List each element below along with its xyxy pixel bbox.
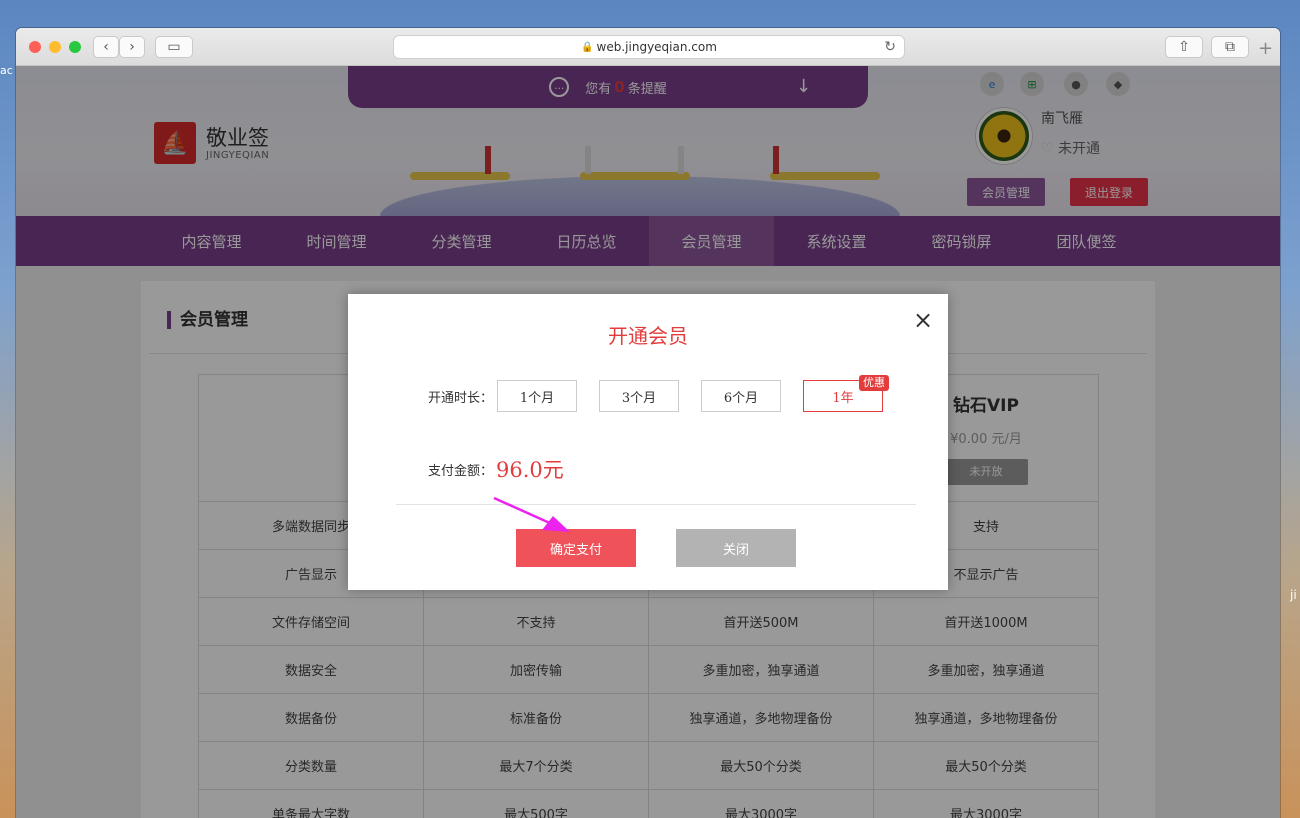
duration-option-1-month[interactable]: 1个月 bbox=[497, 380, 577, 412]
amount-label: 支付金额： bbox=[428, 464, 494, 479]
duration-option-6-months[interactable]: 6个月 bbox=[701, 380, 781, 412]
close-window-button[interactable] bbox=[29, 41, 41, 53]
web-page: … 您有 0 条提醒 ↓ ⛵ 敬业签 JINGYEQIAN e ⊞ ● ◆ 南飞… bbox=[16, 66, 1280, 818]
promo-badge: 优惠 bbox=[859, 375, 889, 391]
lock-icon: 🔒 bbox=[581, 41, 594, 53]
browser-window: ‹ › ▭ 🔒 web.jingyeqian.com ↻ ⇧ ⧉ + … 您有 … bbox=[16, 28, 1280, 818]
browser-toolbar: ‹ › ▭ 🔒 web.jingyeqian.com ↻ ⇧ ⧉ + bbox=[16, 28, 1280, 66]
tabs-button[interactable]: ⧉ bbox=[1211, 36, 1249, 58]
share-icon: ⇧ bbox=[1178, 39, 1190, 55]
dialog-title: 开通会员 bbox=[608, 324, 688, 348]
new-tab-button[interactable]: + bbox=[1258, 38, 1273, 59]
url-text: web.jingyeqian.com bbox=[596, 40, 717, 54]
reload-icon[interactable]: ↻ bbox=[884, 39, 896, 55]
chevron-left-icon: ‹ bbox=[103, 39, 109, 55]
payment-amount: 96.0元 bbox=[496, 458, 564, 482]
duration-option-3-months[interactable]: 3个月 bbox=[599, 380, 679, 412]
sidebar-button[interactable]: ▭ bbox=[155, 36, 193, 58]
chevron-right-icon: › bbox=[129, 39, 135, 55]
share-button[interactable]: ⇧ bbox=[1165, 36, 1203, 58]
minimize-window-button[interactable] bbox=[49, 41, 61, 53]
open-membership-dialog: 开通会员 × 开通时长： 1个月 3个月 6个月 1年 优惠 支付金额： 96.… bbox=[348, 294, 948, 590]
tabs-icon: ⧉ bbox=[1225, 39, 1235, 55]
desktop-right-text: ji bbox=[1290, 588, 1297, 602]
forward-button[interactable]: › bbox=[119, 36, 145, 58]
zoom-window-button[interactable] bbox=[69, 41, 81, 53]
desktop-left-text: ac bbox=[0, 64, 13, 77]
duration-label: 开通时长： bbox=[428, 391, 494, 406]
close-dialog-button[interactable]: 关闭 bbox=[676, 529, 796, 567]
sidebar-icon: ▭ bbox=[167, 39, 181, 55]
address-bar[interactable]: 🔒 web.jingyeqian.com ↻ bbox=[393, 35, 905, 59]
close-icon[interactable]: × bbox=[913, 308, 933, 332]
confirm-payment-button[interactable]: 确定支付 bbox=[516, 529, 636, 567]
back-button[interactable]: ‹ bbox=[93, 36, 119, 58]
